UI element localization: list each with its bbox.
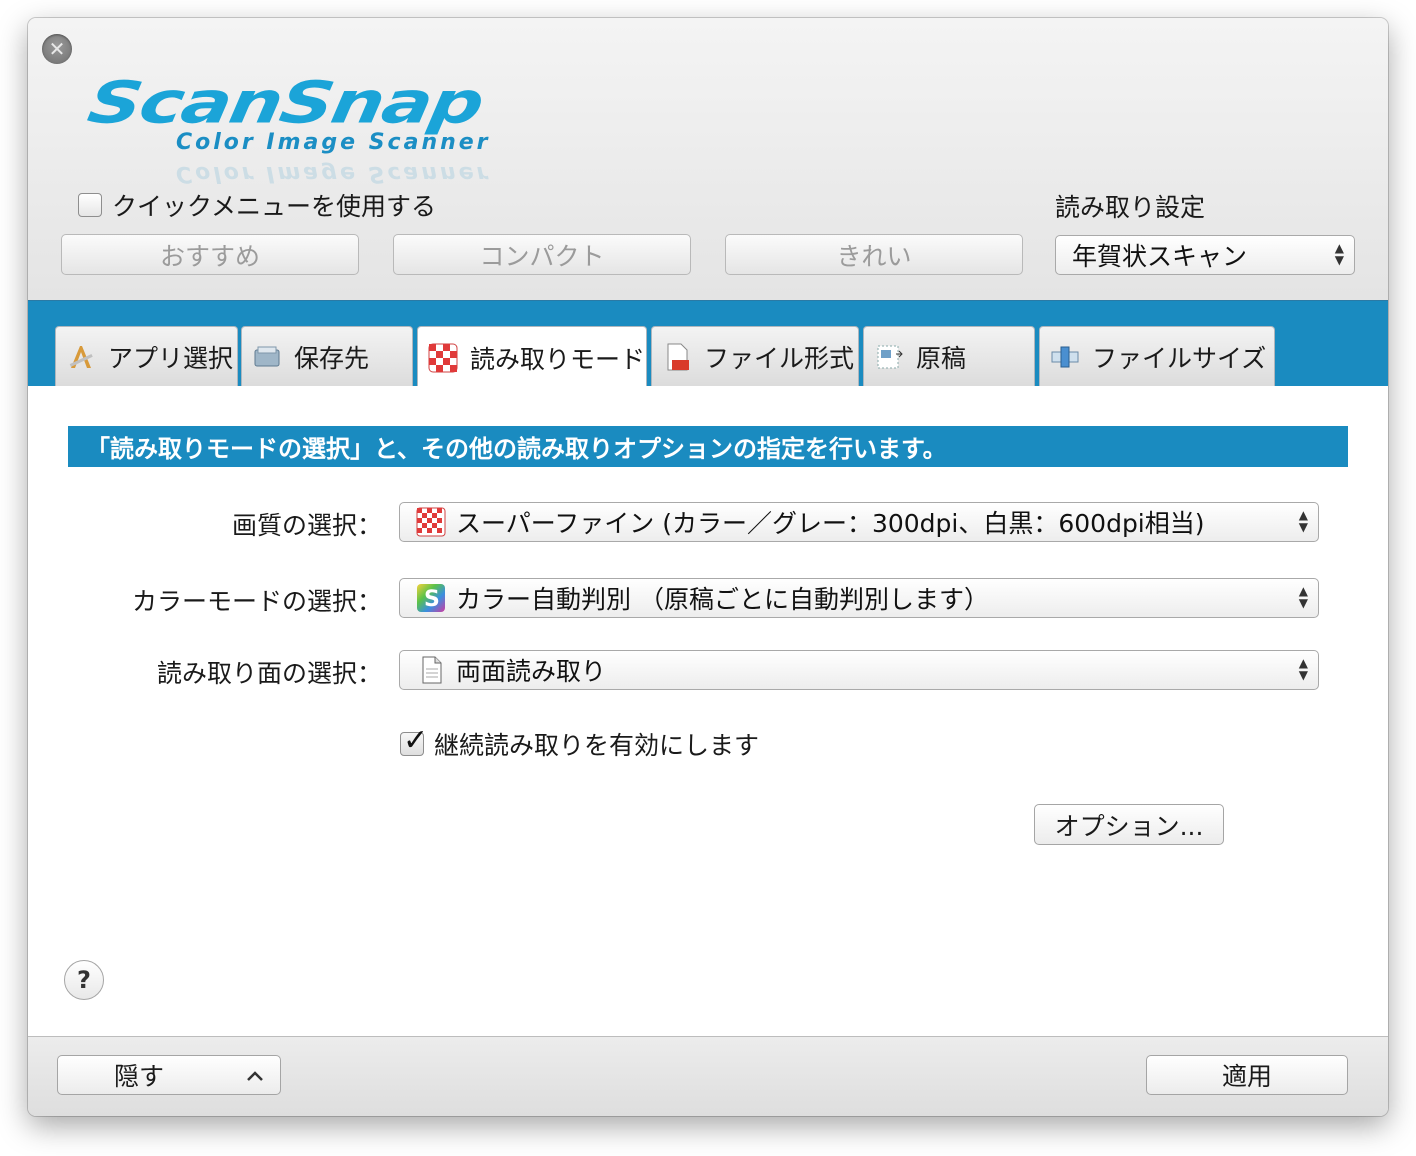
scansnap-logo: ScanSnap Color Image Scanner Color Image… xyxy=(83,69,664,194)
tab-app-select[interactable]: アプリ選択 xyxy=(55,326,238,386)
updown-arrows-icon: ▲ ▼ xyxy=(1298,584,1308,610)
preset-recommended-button[interactable]: おすすめ xyxy=(61,234,359,275)
quality-select[interactable]: スーパーファイン (カラー／グレー：300dpi、白黒：600dpi相当) ▲ ▼ xyxy=(399,502,1319,542)
pdf-file-icon xyxy=(667,343,689,370)
scan-side-value: 両面読み取り xyxy=(456,657,607,686)
tab-save-location[interactable]: 保存先 xyxy=(241,326,413,386)
tab-file-size[interactable]: ファイルサイズ xyxy=(1039,326,1275,386)
checkmark-icon: ✓ xyxy=(403,723,429,758)
logo-brand: ScanSnap xyxy=(82,69,488,137)
checkerboard-icon xyxy=(416,507,446,537)
tab-label: 原稿 xyxy=(916,343,967,373)
updown-arrows-icon: ▲ ▼ xyxy=(1334,241,1344,267)
continuous-scan-label: 継続読み取りを有効にします xyxy=(434,731,760,760)
continuous-scan-option[interactable]: ✓ 継続読み取りを有効にします xyxy=(400,723,760,762)
apply-button[interactable]: 適用 xyxy=(1146,1055,1348,1095)
checkerboard-icon xyxy=(428,343,458,372)
duplex-page-icon xyxy=(422,656,442,684)
paper-icon xyxy=(877,345,903,368)
chevron-up-icon xyxy=(247,1071,263,1081)
scan-setting-value: 年賀状スキャン xyxy=(1072,242,1248,271)
app-select-icon xyxy=(69,345,93,368)
quick-menu-checkbox[interactable] xyxy=(78,193,102,217)
tab-scan-mode[interactable]: 読み取りモード xyxy=(417,326,647,388)
color-mode-value: カラー自動判別 （原稿ごとに自動判別します） xyxy=(456,585,989,614)
updown-arrows-icon: ▲ ▼ xyxy=(1298,508,1308,534)
file-size-icon xyxy=(1051,346,1079,367)
options-button[interactable]: オプション... xyxy=(1034,804,1224,845)
quality-value: スーパーファイン (カラー／グレー：300dpi、白黒：600dpi相当) xyxy=(456,509,1205,538)
tab-label: ファイル形式 xyxy=(704,343,855,373)
save-location-icon xyxy=(254,346,280,366)
scan-side-label: 読み取り面の選択： xyxy=(156,659,382,688)
help-icon[interactable]: ? xyxy=(64,960,104,1000)
preset-compact-button[interactable]: コンパクト xyxy=(393,234,691,275)
info-banner: 「読み取りモードの選択」と、その他の読み取りオプションの指定を行います。 xyxy=(68,426,1348,467)
logo-reflection: Color Image Scanner xyxy=(176,161,491,186)
tab-file-format[interactable]: ファイル形式 xyxy=(651,326,859,386)
tab-document[interactable]: 原稿 xyxy=(863,326,1035,386)
logo-tagline: Color Image Scanner xyxy=(176,130,491,155)
quick-menu-label: クイックメニューを使用する xyxy=(112,192,437,221)
scansnap-settings-window: ✕ ScanSnap Color Image Scanner Color Ima… xyxy=(28,18,1388,1116)
tab-label: 保存先 xyxy=(294,343,370,373)
color-mode-label: カラーモードの選択： xyxy=(131,587,382,616)
color-auto-icon: S xyxy=(417,584,445,612)
scan-mode-panel: 「読み取りモードの選択」と、その他の読み取りオプションの指定を行います。 画質の… xyxy=(28,386,1388,1036)
tab-label: アプリ選択 xyxy=(108,343,234,373)
close-icon[interactable]: ✕ xyxy=(42,34,72,64)
hide-button-label: 隠す xyxy=(113,1062,164,1091)
svg-text:S: S xyxy=(424,587,440,612)
header-area: ✕ ScanSnap Color Image Scanner Color Ima… xyxy=(28,18,1388,300)
scan-setting-label: 読み取り設定 xyxy=(1055,193,1206,222)
tab-label: 読み取りモード xyxy=(470,344,646,374)
quality-label: 画質の選択： xyxy=(231,511,382,540)
preset-fine-button[interactable]: きれい xyxy=(725,234,1023,275)
hide-button[interactable]: 隠す xyxy=(57,1055,281,1095)
color-mode-select[interactable]: S カラー自動判別 （原稿ごとに自動判別します） ▲ ▼ xyxy=(399,578,1319,618)
quick-menu-option[interactable]: クイックメニューを使用する xyxy=(78,190,437,221)
updown-arrows-icon: ▲ ▼ xyxy=(1298,656,1308,682)
continuous-scan-checkbox[interactable]: ✓ xyxy=(400,723,428,758)
scan-setting-select[interactable]: 年賀状スキャン ▲ ▼ xyxy=(1055,235,1355,275)
scan-side-select[interactable]: 両面読み取り ▲ ▼ xyxy=(399,650,1319,690)
footer-bar: 隠す 適用 xyxy=(28,1036,1388,1116)
tab-label: ファイルサイズ xyxy=(1092,343,1267,373)
